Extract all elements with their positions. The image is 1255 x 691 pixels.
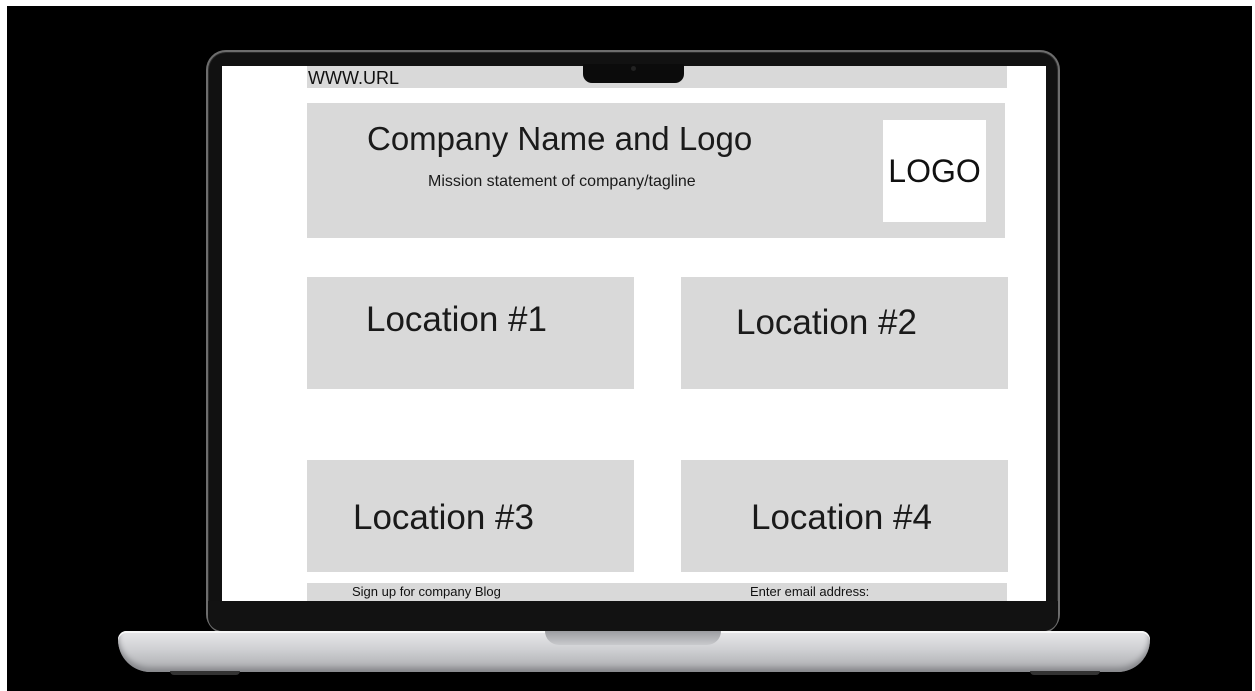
location-card-2[interactable]: Location #2 — [681, 277, 1008, 389]
logo[interactable]: LOGO — [883, 120, 986, 222]
laptop-screen: WWW.URL Company Name and Logo Mission st… — [222, 66, 1046, 601]
company-name: Company Name and Logo — [367, 120, 753, 157]
location-label: Location #4 — [751, 498, 932, 537]
location-card-3[interactable]: Location #3 — [307, 460, 634, 572]
laptop-foot — [1030, 671, 1100, 675]
url-text[interactable]: WWW.URL — [308, 68, 399, 89]
email-field-label: Enter email address: — [750, 584, 870, 599]
trackpad-lip — [545, 631, 721, 645]
blog-signup-label[interactable]: Sign up for company Blog — [352, 584, 501, 599]
camera-icon — [631, 66, 636, 71]
location-label: Location #3 — [353, 498, 534, 537]
location-label: Location #2 — [736, 303, 917, 342]
frame-edge — [0, 0, 7, 691]
location-card-4[interactable]: Location #4 — [681, 460, 1008, 572]
frame-edge — [0, 0, 1255, 6]
company-tagline: Mission statement of company/tagline — [428, 173, 696, 190]
laptop-chin — [208, 601, 1058, 631]
laptop-foot — [170, 671, 240, 675]
location-card-1[interactable]: Location #1 — [307, 277, 634, 389]
location-label: Location #1 — [366, 300, 547, 339]
